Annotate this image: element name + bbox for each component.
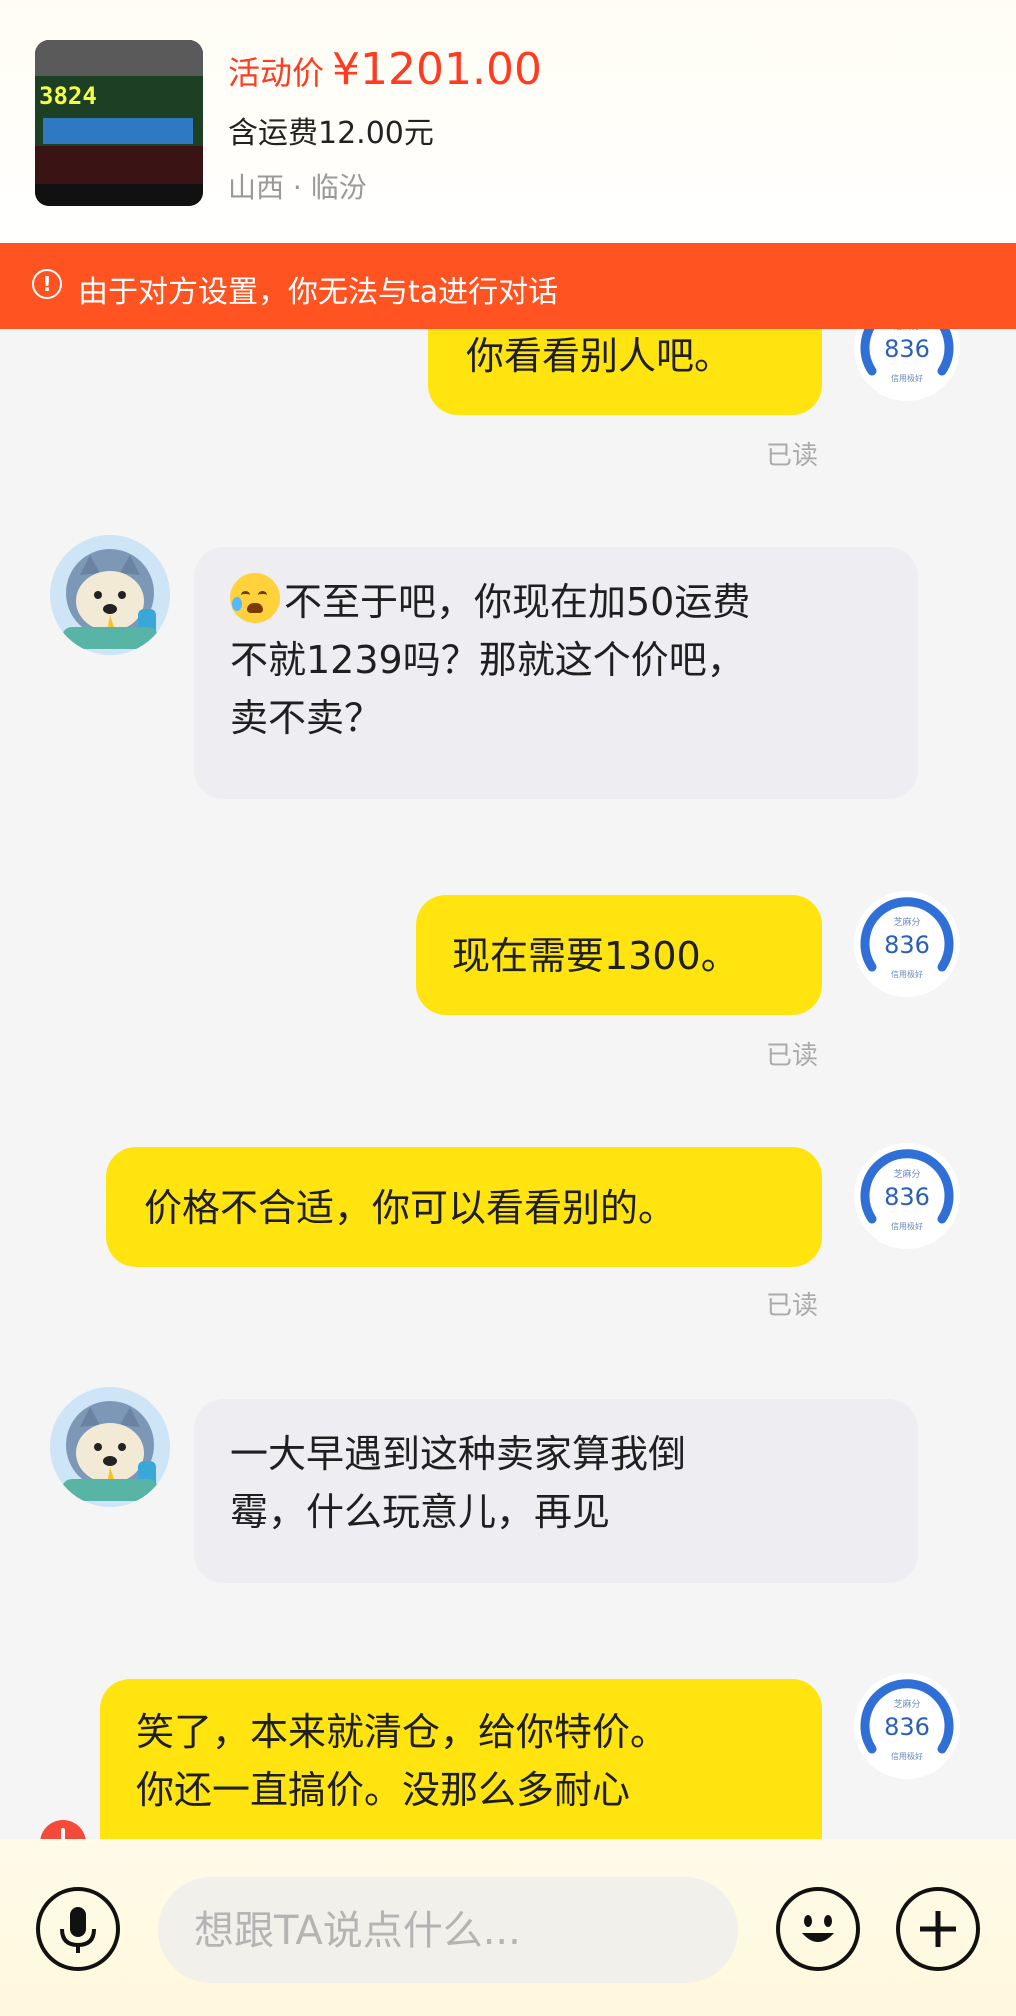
chat-restricted-notice: ! 由于对方设置，你无法与ta进行对话	[0, 243, 1016, 329]
message-bubble-mine[interactable]: 现在需要1300。	[416, 895, 822, 1015]
smiley-icon	[802, 1915, 834, 1942]
read-status: 已读	[766, 1041, 819, 1071]
credit-score-badge[interactable]: 芝麻分 836 信用极好	[852, 889, 962, 999]
message-text: 霉，什么玩意儿，再见	[230, 1490, 611, 1534]
credit-gauge-icon: 芝麻分 836 信用极好	[854, 329, 960, 401]
message-bubble-mine[interactable]: 你看看别人吧。	[428, 329, 822, 415]
notice-text: 由于对方设置，你无法与ta进行对话	[78, 275, 559, 310]
message-bubble-other[interactable]: 一大早遇到这种卖家算我倒 霉，什么玩意儿，再见	[194, 1399, 918, 1583]
credit-gauge-icon: 芝麻分 836 信用极好	[854, 891, 960, 997]
product-thumbnail[interactable]: 3824	[35, 40, 203, 206]
credit-badge-subtitle: 信用极好	[891, 1751, 923, 1761]
input-toolbar	[0, 1839, 1016, 2016]
activity-price: 活动价 ¥1201.00	[228, 44, 542, 95]
thumbnail-digits: 3824	[39, 82, 97, 110]
more-button[interactable]	[896, 1887, 980, 1971]
message-bubble-other[interactable]: 不至于吧，你现在加50运费 不就1239吗？那就这个价吧， 卖不卖？	[194, 547, 918, 799]
credit-badge-title: 芝麻分	[893, 916, 920, 928]
read-status: 已读	[766, 1291, 819, 1321]
exclamation-circle-icon: !	[32, 269, 62, 299]
emoji-button[interactable]	[776, 1887, 860, 1971]
message-text: 现在需要1300。	[452, 934, 739, 978]
plus-icon	[920, 1911, 956, 1947]
credit-score-badge[interactable]: 芝麻分 836 信用极好	[852, 1671, 962, 1781]
credit-badge-score: 836	[884, 335, 930, 363]
avatar-cat[interactable]	[50, 535, 170, 655]
credit-badge-title: 芝麻分	[893, 329, 920, 332]
message-text: 价格不合适，你可以看看别的。	[144, 1186, 677, 1230]
credit-badge-score: 836	[884, 1183, 930, 1211]
avatar-cat[interactable]	[50, 1387, 170, 1507]
message-bubble-mine[interactable]: 价格不合适，你可以看看别的。	[106, 1147, 822, 1267]
seller-location: 山西 · 临汾	[228, 171, 367, 204]
credit-score-badge[interactable]: 芝麻分 836 信用极好	[852, 329, 962, 403]
price-label: 活动价	[228, 54, 325, 92]
credit-badge-score: 836	[884, 1713, 930, 1741]
message-text: 你还一直搞价。没那么多耐心	[136, 1768, 631, 1812]
message-text: 卖不卖？	[230, 696, 383, 740]
credit-score-badge[interactable]: 芝麻分 836 信用极好	[852, 1141, 962, 1251]
message-text: 一大早遇到这种卖家算我倒	[230, 1432, 687, 1476]
message-bubble-mine[interactable]: 笑了，本来就清仓，给你特价。 你还一直搞价。没那么多耐心	[100, 1679, 822, 1839]
credit-badge-subtitle: 信用极好	[891, 1221, 923, 1231]
credit-badge-title: 芝麻分	[893, 1168, 920, 1180]
message-text: 不至于吧，你现在加50运费	[284, 580, 751, 624]
voice-button[interactable]	[36, 1887, 120, 1971]
credit-badge-subtitle: 信用极好	[891, 969, 923, 979]
message-text: 你看看别人吧。	[466, 334, 733, 378]
message-text: 笑了，本来就清仓，给你特价。	[136, 1710, 669, 1754]
crying-laughing-emoji	[230, 573, 280, 623]
credit-badge-subtitle: 信用极好	[891, 373, 923, 383]
message-input-box[interactable]	[158, 1877, 738, 1985]
product-header[interactable]: 3824 活动价 ¥1201.00 含运费12.00元 山西 · 临汾	[0, 0, 1016, 243]
shipping-fee: 含运费12.00元	[228, 116, 434, 151]
credit-gauge-icon: 芝麻分 836 信用极好	[854, 1673, 960, 1779]
message-input[interactable]	[192, 1877, 716, 1985]
credit-badge-title: 芝麻分	[893, 1698, 920, 1710]
credit-badge-score: 836	[884, 931, 930, 959]
chat-message-list[interactable]: 你看看别人吧。 芝麻分 836 信用极好 已读 不至于吧，你现在加50运费 不就12…	[0, 329, 1016, 1839]
credit-gauge-icon: 芝麻分 836 信用极好	[854, 1143, 960, 1249]
microphone-icon	[60, 1907, 96, 1953]
price-value: ¥1201.00	[332, 44, 542, 95]
read-status: 已读	[766, 441, 819, 471]
message-text: 不就1239吗？那就这个价吧，	[230, 638, 745, 682]
